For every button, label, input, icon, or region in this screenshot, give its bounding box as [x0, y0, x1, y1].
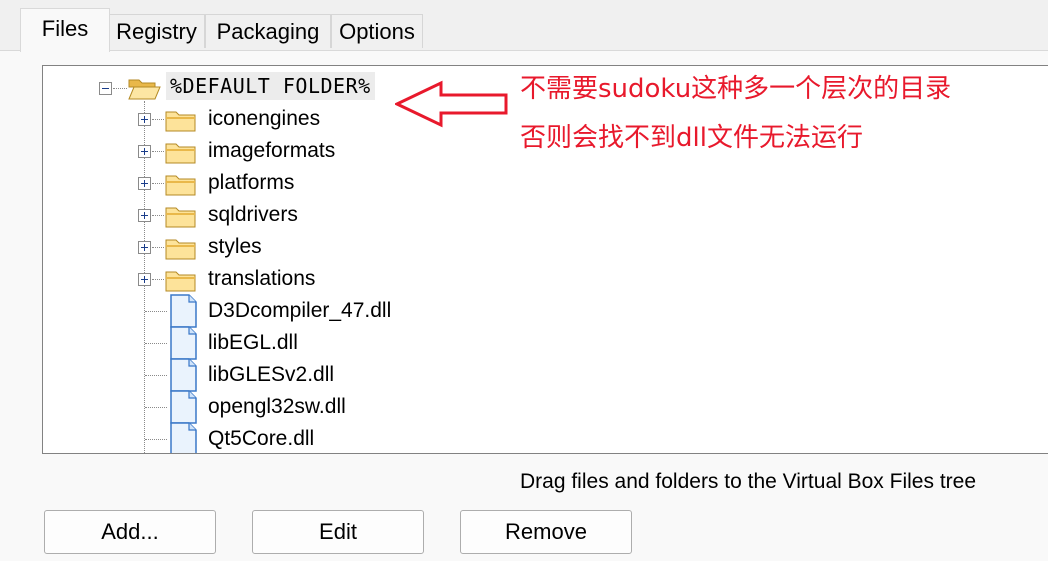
add-button[interactable]: Add... — [44, 510, 216, 554]
tree-connector — [152, 279, 164, 280]
edit-button[interactable]: Edit — [252, 510, 424, 554]
tree-folder-row[interactable]: platforms — [43, 168, 943, 200]
tree-folder-row[interactable]: sqldrivers — [43, 200, 943, 232]
drag-hint-text: Drag files and folders to the Virtual Bo… — [520, 470, 977, 493]
dll-file-icon — [170, 358, 197, 392]
tree-folder-label[interactable]: sqldrivers — [208, 201, 298, 229]
folder-icon — [165, 207, 196, 228]
tree-root-label[interactable]: %DEFAULT FOLDER% — [166, 72, 375, 100]
tree-file-label[interactable]: D3Dcompiler_47.dll — [208, 297, 391, 325]
tree-file-row[interactable]: libGLESv2.dll — [43, 358, 943, 392]
tree-folder-label[interactable]: platforms — [208, 169, 294, 197]
annotation-line-1: 不需要sudoku这种多一个层次的目录 — [520, 74, 952, 104]
tree-connector — [145, 311, 167, 312]
folder-icon — [165, 239, 196, 260]
tree-connector — [113, 88, 127, 89]
dll-file-icon — [170, 422, 197, 453]
tree-folder-label[interactable]: imageformats — [208, 137, 335, 165]
tree-connector — [152, 247, 164, 248]
expand-icon[interactable] — [138, 241, 151, 254]
tree-file-label[interactable]: libGLESv2.dll — [208, 361, 334, 389]
tree-connector — [145, 343, 167, 344]
tab-options[interactable]: Options — [331, 14, 423, 48]
tree-folder-label[interactable]: styles — [208, 233, 262, 261]
tree-file-row[interactable]: libEGL.dll — [43, 326, 943, 360]
folder-icon — [165, 271, 196, 292]
folder-icon — [165, 111, 196, 132]
tab-packaging[interactable]: Packaging — [205, 14, 331, 48]
dll-file-icon — [170, 390, 197, 424]
expand-icon[interactable] — [138, 209, 151, 222]
tree-connector — [152, 151, 164, 152]
tab-files[interactable]: Files — [20, 8, 110, 52]
tree-folder-label[interactable]: translations — [208, 265, 315, 293]
dll-file-icon — [170, 294, 197, 328]
tree-connector — [152, 183, 164, 184]
tree-file-label[interactable]: opengl32sw.dll — [208, 393, 346, 421]
collapse-icon[interactable] — [99, 82, 112, 95]
folder-icon — [165, 143, 196, 164]
tree-file-row[interactable]: D3Dcompiler_47.dll — [43, 294, 943, 328]
tree-file-row[interactable]: Qt5Core.dll — [43, 422, 943, 453]
expand-icon[interactable] — [138, 113, 151, 126]
tree-connector — [145, 407, 167, 408]
tree-connector — [145, 439, 167, 440]
tree-file-label[interactable]: Qt5Core.dll — [208, 425, 314, 453]
expand-icon[interactable] — [138, 145, 151, 158]
expand-icon[interactable] — [138, 273, 151, 286]
tree-connector — [152, 119, 164, 120]
annotation-arrow — [395, 80, 508, 128]
tree-folder-row[interactable]: translations — [43, 264, 943, 296]
tree-folder-row[interactable]: styles — [43, 232, 943, 264]
tree-connector — [152, 215, 164, 216]
tab-strip: Files Registry Packaging Options — [0, 0, 1048, 52]
open-folder-icon — [128, 79, 161, 100]
folder-icon — [165, 175, 196, 196]
tree-connector — [145, 375, 167, 376]
tab-registry[interactable]: Registry — [108, 14, 205, 48]
tree-file-row[interactable]: opengl32sw.dll — [43, 390, 943, 424]
dll-file-icon — [170, 326, 197, 360]
tree-folder-label[interactable]: iconengines — [208, 105, 320, 133]
remove-button[interactable]: Remove — [460, 510, 632, 554]
annotation-line-2: 否则会找不到dll文件无法运行 — [520, 123, 863, 153]
expand-icon[interactable] — [138, 177, 151, 190]
tree-file-label[interactable]: libEGL.dll — [208, 329, 298, 357]
